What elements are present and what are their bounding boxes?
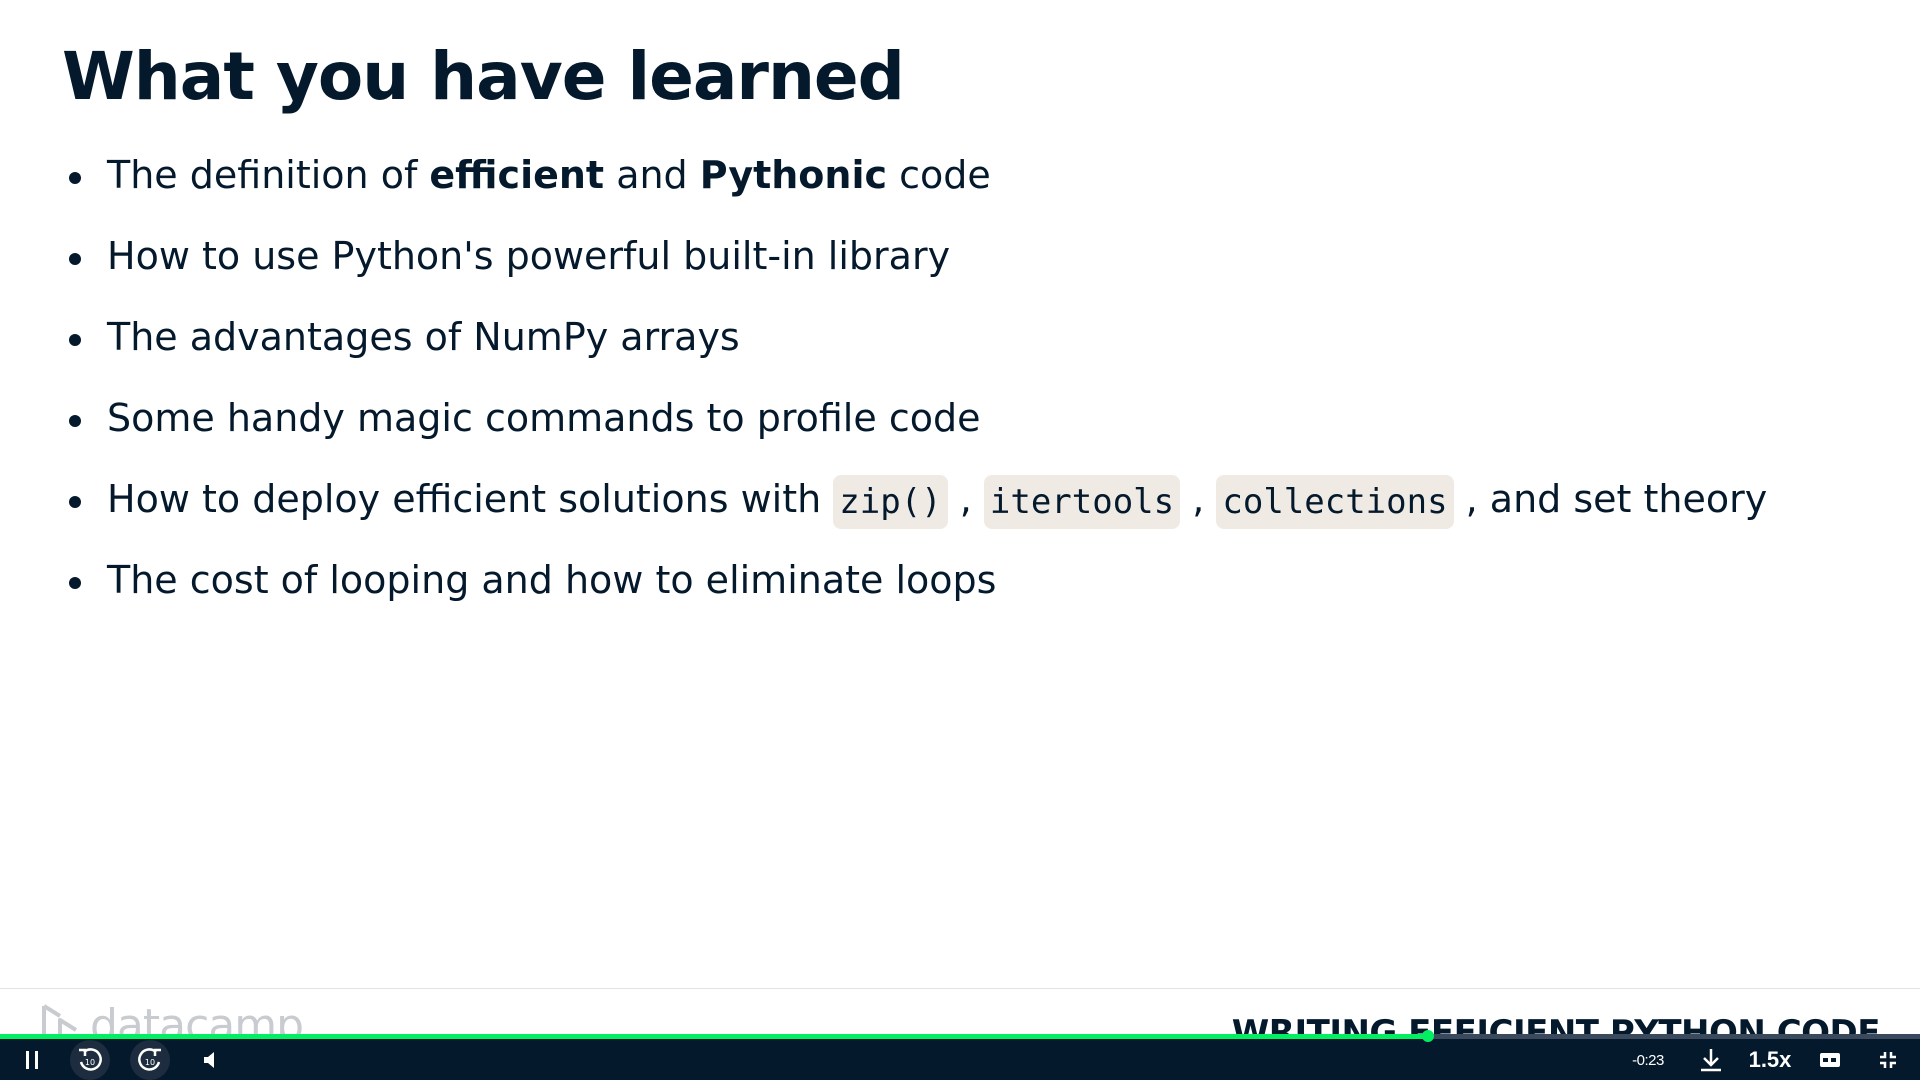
bullet-text: How to deploy efficient solutions with xyxy=(107,477,834,521)
bullet-dot xyxy=(69,253,81,265)
download-button[interactable] xyxy=(1696,1044,1726,1076)
bullet-dot xyxy=(69,172,81,184)
bullet-text: code xyxy=(887,153,991,197)
pause-icon xyxy=(26,1051,38,1069)
bullet-text: The definition of xyxy=(107,153,430,197)
bold-text: Pythonic xyxy=(699,153,888,197)
captions-button[interactable] xyxy=(1816,1044,1844,1076)
bullet-text: How to use Python's powerful built-in li… xyxy=(107,234,951,278)
volume-button[interactable] xyxy=(198,1044,222,1076)
rewind-10-icon: 10 xyxy=(79,1048,102,1071)
bullet-dot xyxy=(69,334,81,346)
bullet-list: The definition of efficient and Pythonic… xyxy=(62,145,1767,631)
slide-title: What you have learned xyxy=(62,38,905,115)
bullet-item: Some handy magic commands to profile cod… xyxy=(62,388,1767,469)
download-icon xyxy=(1701,1049,1721,1072)
bullet-item: How to deploy efficient solutions with z… xyxy=(62,469,1767,550)
bold-text: efficient xyxy=(429,153,605,197)
volume-icon xyxy=(204,1052,214,1068)
inline-code: itertools xyxy=(983,474,1181,529)
forward-10-icon: 10 xyxy=(138,1048,161,1071)
pause-button[interactable] xyxy=(18,1044,46,1076)
progress-fill xyxy=(0,1034,1429,1039)
rewind-seconds-label: 10 xyxy=(85,1058,95,1067)
rewind-10-button[interactable]: 10 xyxy=(70,1040,110,1080)
playback-speed-button[interactable]: 1.5x xyxy=(1746,1044,1794,1076)
bullet-dot xyxy=(69,496,81,508)
exit-fullscreen-button[interactable] xyxy=(1874,1044,1902,1076)
inline-code: zip() xyxy=(833,474,948,529)
bullet-text: , and set theory xyxy=(1453,477,1768,521)
bullet-item: How to use Python's powerful built-in li… xyxy=(62,226,1767,307)
bullet-item: The definition of efficient and Pythonic… xyxy=(62,145,1767,226)
bullet-text: , xyxy=(947,477,984,521)
forward-seconds-label: 10 xyxy=(145,1058,155,1067)
forward-10-button[interactable]: 10 xyxy=(130,1040,170,1080)
bullet-text: The cost of looping and how to eliminate… xyxy=(107,558,997,602)
bullet-text: Some handy magic commands to profile cod… xyxy=(107,396,981,440)
slide: What you have learned The definition of … xyxy=(0,0,1920,1040)
bullet-dot xyxy=(69,577,81,589)
bullet-item: The advantages of NumPy arrays xyxy=(62,307,1767,388)
bullet-text: and xyxy=(604,153,700,197)
inline-code: collections xyxy=(1216,474,1454,529)
captions-icon xyxy=(1820,1053,1840,1067)
time-remaining: -0:23 xyxy=(1632,1051,1664,1069)
bullet-text: , xyxy=(1180,477,1217,521)
course-title: WRITING EFFICIENT PYTHON CODE xyxy=(1231,1013,1880,1036)
bullet-item: The cost of looping and how to eliminate… xyxy=(62,550,1767,631)
bullet-dot xyxy=(69,415,81,427)
footer-divider xyxy=(0,988,1920,989)
exit-fullscreen-icon xyxy=(1880,1052,1896,1068)
bullet-text: The advantages of NumPy arrays xyxy=(107,315,740,359)
progress-bar[interactable] xyxy=(0,1030,1920,1042)
